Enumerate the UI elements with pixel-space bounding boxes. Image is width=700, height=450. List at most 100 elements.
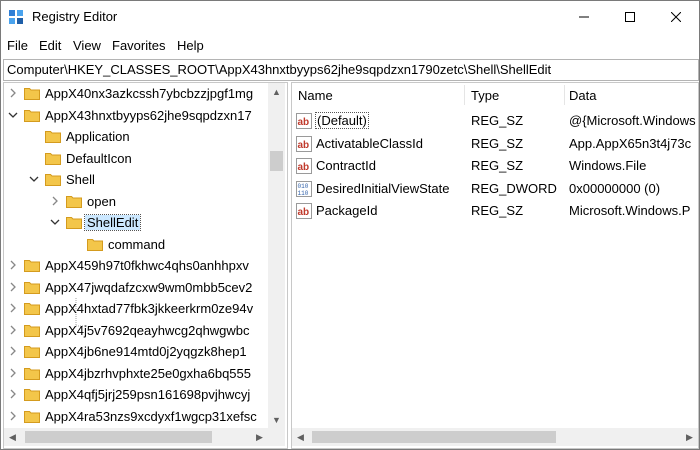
string-value-icon: ab bbox=[296, 158, 312, 174]
minimize-button[interactable] bbox=[561, 1, 607, 33]
tree-item-label: command bbox=[108, 236, 166, 252]
tree-item-label: AppX43hnxtbyyps62jhe9sqpdzxn17 bbox=[45, 107, 252, 123]
value-type: REG_SZ bbox=[471, 113, 524, 128]
tree-item[interactable]: AppX47jwqdafzcxw9wm0mbb5cev2 bbox=[4, 277, 268, 299]
menu-edit[interactable]: Edit bbox=[39, 38, 61, 53]
column-header-data[interactable]: Data bbox=[569, 88, 596, 103]
chevron-right-icon[interactable] bbox=[50, 196, 60, 206]
tree-item[interactable]: DefaultIcon bbox=[4, 148, 268, 170]
value-row[interactable]: 010 110 DesiredInitialViewState REG_DWORD 0x… bbox=[292, 178, 698, 200]
title-bar[interactable]: Registry Editor bbox=[1, 1, 699, 33]
svg-text:ab: ab bbox=[298, 117, 310, 128]
minimize-icon bbox=[579, 16, 589, 18]
folder-icon bbox=[24, 260, 40, 272]
svg-text:ab: ab bbox=[298, 207, 310, 218]
tree-item[interactable]: AppX4jb6ne914mtd0j2yqgzk8hep1 bbox=[4, 341, 268, 363]
menu-view[interactable]: View bbox=[73, 38, 101, 53]
tree-item[interactable]: command bbox=[4, 234, 268, 256]
column-divider[interactable] bbox=[464, 85, 465, 105]
tree-item[interactable]: open bbox=[4, 191, 268, 213]
menu-file[interactable]: File bbox=[7, 38, 28, 53]
tree-item-label: AppX47jwqdafzcxw9wm0mbb5cev2 bbox=[45, 279, 253, 295]
chevron-right-icon[interactable] bbox=[8, 325, 18, 335]
column-header-type[interactable]: Type bbox=[471, 88, 499, 103]
menu-favorites[interactable]: Favorites bbox=[112, 38, 165, 53]
folder-icon bbox=[24, 389, 40, 401]
folder-icon bbox=[45, 131, 61, 143]
value-row[interactable]: ab ContractId REG_SZ Windows.File bbox=[292, 155, 698, 177]
tree-item[interactable]: AppX4j5v7692qeayhwcg2qhwgwbc bbox=[4, 320, 268, 342]
column-header-name[interactable]: Name bbox=[298, 88, 333, 103]
tree-item-label: AppX4ra53nzs9xcdyxf1wgcp31xefsc bbox=[45, 408, 257, 424]
chevron-right-icon[interactable] bbox=[8, 303, 18, 313]
folder-icon bbox=[87, 238, 103, 251]
scroll-left-icon[interactable]: ◀ bbox=[4, 429, 21, 446]
chevron-right-icon[interactable] bbox=[8, 282, 18, 292]
value-row[interactable]: ab PackageId REG_SZ Microsoft.Windows.P bbox=[292, 200, 698, 222]
chevron-right-icon[interactable] bbox=[8, 88, 18, 98]
folder-icon bbox=[24, 303, 40, 315]
tree-item[interactable]: AppX4ra53nzs9xcdyxf1wgcp31xefsc bbox=[4, 406, 268, 428]
folder-icon bbox=[24, 346, 40, 358]
binary-value-icon: 010110 bbox=[296, 180, 312, 197]
key-tree-pane[interactable]: AppX40nx3azkcssh7ybcbzzjpgf1mg AppX43hnxt… bbox=[3, 82, 288, 449]
tree-item-label: AppX4j5v7692qeayhwcg2qhwgwbc bbox=[45, 322, 250, 338]
tree-item[interactable]: Application bbox=[4, 126, 268, 148]
menu-help[interactable]: Help bbox=[177, 38, 204, 53]
value-name: ContractId bbox=[316, 158, 376, 173]
chevron-right-icon[interactable] bbox=[8, 260, 18, 270]
values-horizontal-scrollbar[interactable]: ◀ ▶ bbox=[292, 428, 698, 446]
maximize-button[interactable] bbox=[607, 1, 653, 33]
values-horizontal-scroll-thumb[interactable] bbox=[312, 431, 556, 443]
values-list-pane[interactable]: Name Type Data ab (Default) REG_SZ @{Micros… bbox=[291, 82, 699, 449]
address-path: Computer\HKEY_CLASSES_ROOT\AppX43hnxtbyy… bbox=[7, 62, 552, 77]
value-row[interactable]: ab ActivatableClassId REG_SZ App.AppX65n3t4… bbox=[292, 133, 698, 155]
value-row[interactable]: ab (Default) REG_SZ @{Microsoft.Windows bbox=[292, 110, 698, 132]
maximize-icon bbox=[625, 12, 635, 22]
chevron-down-icon[interactable] bbox=[50, 217, 60, 227]
chevron-down-icon[interactable] bbox=[8, 110, 18, 120]
chevron-right-icon[interactable] bbox=[8, 389, 18, 399]
tree-vertical-scrollbar[interactable]: ▲ ▼ bbox=[268, 83, 285, 428]
scroll-left-icon[interactable]: ◀ bbox=[292, 429, 309, 446]
chevron-right-icon[interactable] bbox=[8, 368, 18, 378]
tree-item[interactable]: ShellEdit bbox=[4, 212, 268, 234]
scroll-down-icon[interactable]: ▼ bbox=[268, 411, 285, 428]
folder-open-icon bbox=[24, 109, 40, 122]
value-type: REG_SZ bbox=[471, 203, 524, 218]
column-divider[interactable] bbox=[564, 85, 565, 105]
tree-item-label: AppX4jb6ne914mtd0j2yqgzk8hep1 bbox=[45, 344, 247, 359]
tree-item[interactable]: AppX40nx3azkcssh7ybcbzzjpgf1mg bbox=[4, 83, 268, 105]
tree-item[interactable]: AppX4hxtad77fbk3jkkeerkrm0ze94v bbox=[4, 298, 268, 320]
chevron-right-icon[interactable] bbox=[8, 346, 18, 356]
chevron-down-icon[interactable] bbox=[29, 174, 39, 184]
tree-item-label: AppX4hxtad77fbk3jkkeerkrm0ze94v bbox=[45, 301, 254, 316]
folder-icon bbox=[66, 195, 82, 208]
folder-icon bbox=[24, 324, 40, 337]
scroll-right-icon[interactable]: ▶ bbox=[681, 429, 698, 446]
tree-item[interactable]: Shell bbox=[4, 169, 268, 191]
tree-horizontal-scrollbar[interactable]: ◀ ▶ bbox=[4, 428, 268, 446]
folder-open-icon bbox=[66, 217, 82, 229]
tree-item[interactable]: AppX4qfj5jrj259psn161698pvjhwcyj bbox=[4, 384, 268, 406]
tree-item-label: Application bbox=[66, 129, 130, 144]
tree-item[interactable]: AppX459h97t0fkhwc4qhs0anhhpxv bbox=[4, 255, 268, 277]
value-data: App.AppX65n3t4j73c bbox=[569, 135, 692, 151]
close-button[interactable] bbox=[653, 1, 699, 33]
svg-text:010: 010 bbox=[298, 183, 309, 190]
tree-item[interactable]: AppX4jbzrhvphxte25e0gxha6bq555 bbox=[4, 363, 268, 385]
svg-text:110: 110 bbox=[298, 190, 309, 197]
value-type: REG_SZ bbox=[471, 135, 524, 151]
folder-icon bbox=[24, 410, 40, 423]
tree-horizontal-scroll-thumb[interactable] bbox=[25, 431, 212, 443]
scroll-up-icon[interactable]: ▲ bbox=[268, 83, 285, 100]
chevron-right-icon[interactable] bbox=[8, 411, 18, 421]
string-value-icon: ab bbox=[296, 113, 312, 129]
tree-vertical-scroll-thumb[interactable] bbox=[270, 151, 283, 171]
key-tree: AppX40nx3azkcssh7ybcbzzjpgf1mg AppX43hnxt… bbox=[4, 83, 268, 428]
scroll-right-icon[interactable]: ▶ bbox=[251, 429, 268, 446]
value-data: Windows.File bbox=[569, 158, 647, 173]
tree-item-label: open bbox=[87, 193, 116, 209]
tree-item[interactable]: AppX43hnxtbyyps62jhe9sqpdzxn17 bbox=[4, 105, 268, 127]
address-bar[interactable]: Computer\HKEY_CLASSES_ROOT\AppX43hnxtbyy… bbox=[3, 59, 699, 81]
